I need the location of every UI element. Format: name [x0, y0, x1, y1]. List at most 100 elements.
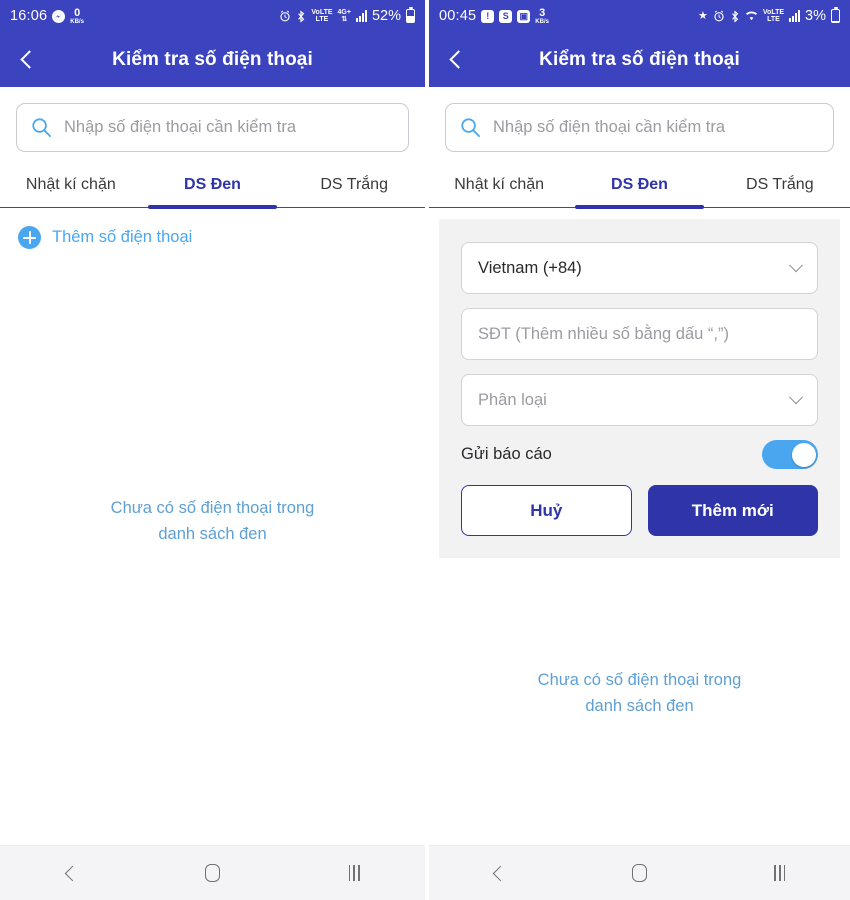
- empty-state-line2: danh sách đen: [158, 524, 267, 543]
- nav-back-button[interactable]: [36, 846, 106, 900]
- send-report-label: Gửi báo cáo: [461, 445, 552, 463]
- volte-icon: VoLTE LTE: [763, 9, 784, 23]
- empty-state-line2: danh sách đen: [585, 696, 694, 715]
- nav-recents-icon: [348, 865, 360, 881]
- volte-icon: VoLTE LTE: [311, 9, 332, 23]
- add-phone-number-label: Thêm số điện thoại: [52, 228, 193, 246]
- alarm-icon: [279, 10, 291, 22]
- tab-whitelist[interactable]: DS Trắng: [710, 168, 850, 207]
- chevron-left-icon: [448, 50, 468, 69]
- nav-back-button[interactable]: [464, 846, 534, 900]
- nav-back-icon: [492, 865, 509, 881]
- empty-state-line1: Chưa có số điện thoại trong: [537, 671, 742, 689]
- content-right: Vietnam (+84) SĐT (Thêm nhiều số bằng dấ…: [429, 208, 850, 845]
- add-phone-number-button[interactable]: Thêm số điện thoại: [0, 208, 425, 249]
- battery-icon: [406, 7, 415, 23]
- network-speed-unit: KB/s: [70, 18, 84, 25]
- tab-blacklist[interactable]: DS Đen: [569, 168, 709, 209]
- empty-state-line1: Chưa có số điện thoại trong: [110, 499, 315, 517]
- system-nav-bar-right: [429, 845, 850, 900]
- wifi-icon: [745, 10, 758, 22]
- volte-bottom: LTE: [315, 16, 329, 23]
- nav-home-icon: [631, 864, 647, 882]
- network-speed-value: 0: [74, 6, 81, 19]
- search-input[interactable]: Nhập số điện thoại cần kiểm tra: [16, 103, 409, 152]
- phone-screen-right: 00:45 ! S ▣ 3 KB/s ★ VoLTE LTE 3% Kiểm t…: [425, 0, 850, 900]
- search-placeholder: Nhập số điện thoại cần kiểm tra: [64, 118, 297, 136]
- nav-home-button[interactable]: [604, 846, 674, 900]
- search-container-right: Nhập số điện thoại cần kiểm tra: [429, 87, 850, 152]
- battery-percent: 52%: [371, 8, 401, 24]
- content-left: Thêm số điện thoại Chưa có số điện thoại…: [0, 208, 425, 845]
- alarm-icon: [713, 10, 725, 22]
- app-bar-left: Kiểm tra số điện thoại: [0, 32, 425, 87]
- nav-recents-button[interactable]: [745, 846, 815, 900]
- status-bar-right-left-group: 00:45 ! S ▣ 3 KB/s: [439, 7, 549, 25]
- volte-top: VoLTE: [762, 8, 785, 16]
- tab-block-log[interactable]: Nhật kí chặn: [0, 168, 142, 207]
- send-report-row: Gửi báo cáo: [461, 440, 818, 469]
- send-report-toggle[interactable]: [762, 440, 818, 469]
- shopee-icon: S: [499, 9, 513, 23]
- chevron-down-icon: [788, 390, 804, 405]
- nav-back-icon: [64, 865, 81, 881]
- battery-percent: 3%: [805, 8, 826, 24]
- signal-icon: [355, 10, 367, 22]
- bluetooth-icon: [730, 9, 740, 23]
- nav-home-icon: [204, 864, 220, 882]
- chevron-left-icon: [19, 50, 39, 69]
- network-speed-indicator: 3 KB/s: [535, 7, 549, 25]
- form-actions: Huỷ Thêm mới: [461, 485, 818, 536]
- network-type-icon: 4G+ ⇅: [338, 9, 351, 23]
- back-button[interactable]: [429, 32, 483, 87]
- empty-state-right: Chưa có số điện thoại trong danh sách đe…: [429, 668, 850, 719]
- back-button[interactable]: [0, 32, 54, 87]
- bluetooth-icon: [296, 9, 306, 23]
- tab-bar-right: Nhật kí chặn DS Đen DS Trắng: [429, 168, 850, 209]
- tab-whitelist[interactable]: DS Trắng: [283, 168, 425, 207]
- network-arrows: ⇅: [341, 16, 348, 23]
- dual-screenshot-container: 16:06 0 KB/s VoLTE LTE 4G+ ⇅ 52% Kiểm tr…: [0, 0, 850, 900]
- nav-recents-button[interactable]: [319, 846, 389, 900]
- battery-saver-icon: !: [481, 9, 495, 23]
- chevron-down-icon: [788, 258, 804, 273]
- messenger-icon: [52, 9, 66, 23]
- nav-recents-icon: [774, 865, 786, 881]
- star-icon: ★: [698, 9, 708, 22]
- cancel-button[interactable]: Huỷ: [461, 485, 632, 536]
- add-number-form: Vietnam (+84) SĐT (Thêm nhiều số bằng dấ…: [439, 219, 840, 558]
- app-bar-right: Kiểm tra số điện thoại: [429, 32, 850, 87]
- system-nav-bar-left: [0, 845, 425, 900]
- search-icon: [31, 117, 52, 138]
- tab-blacklist[interactable]: DS Đen: [142, 168, 284, 209]
- nav-home-button[interactable]: [177, 846, 247, 900]
- volte-bottom: LTE: [767, 16, 780, 23]
- phone-number-input[interactable]: SĐT (Thêm nhiều số bằng dấu “,”): [461, 308, 818, 360]
- volte-top: VoLTE: [311, 8, 333, 16]
- search-container-left: Nhập số điện thoại cần kiểm tra: [0, 87, 425, 152]
- status-time: 00:45: [439, 8, 477, 24]
- signal-icon: [789, 10, 801, 22]
- page-title: Kiểm tra số điện thoại: [112, 48, 313, 70]
- tab-bar-left: Nhật kí chặn DS Đen DS Trắng: [0, 168, 425, 209]
- status-bar-right-group: VoLTE LTE 4G+ ⇅ 52%: [279, 7, 415, 24]
- phone-number-placeholder: SĐT (Thêm nhiều số bằng dấu “,”): [478, 324, 729, 343]
- status-bar-right-right-group: ★ VoLTE LTE 3%: [698, 7, 840, 24]
- page-title: Kiểm tra số điện thoại: [539, 48, 740, 70]
- status-time: 16:06: [10, 8, 48, 24]
- search-icon: [460, 117, 481, 138]
- network-type-label: 4G+: [337, 8, 351, 16]
- country-select[interactable]: Vietnam (+84): [461, 242, 818, 294]
- status-bar-left-group: 16:06 0 KB/s: [10, 6, 84, 25]
- tab-block-log[interactable]: Nhật kí chặn: [429, 168, 569, 207]
- submit-button[interactable]: Thêm mới: [647, 485, 818, 536]
- gallery-icon: ▣: [517, 9, 531, 23]
- toggle-knob: [791, 442, 816, 467]
- category-select-placeholder: Phân loại: [478, 390, 547, 409]
- plus-circle-icon: [18, 226, 41, 249]
- network-speed-indicator: 0 KB/s: [70, 6, 84, 25]
- battery-icon: [831, 7, 840, 23]
- search-input[interactable]: Nhập số điện thoại cần kiểm tra: [445, 103, 834, 152]
- category-select[interactable]: Phân loại: [461, 374, 818, 426]
- phone-screen-left: 16:06 0 KB/s VoLTE LTE 4G+ ⇅ 52% Kiểm tr…: [0, 0, 425, 900]
